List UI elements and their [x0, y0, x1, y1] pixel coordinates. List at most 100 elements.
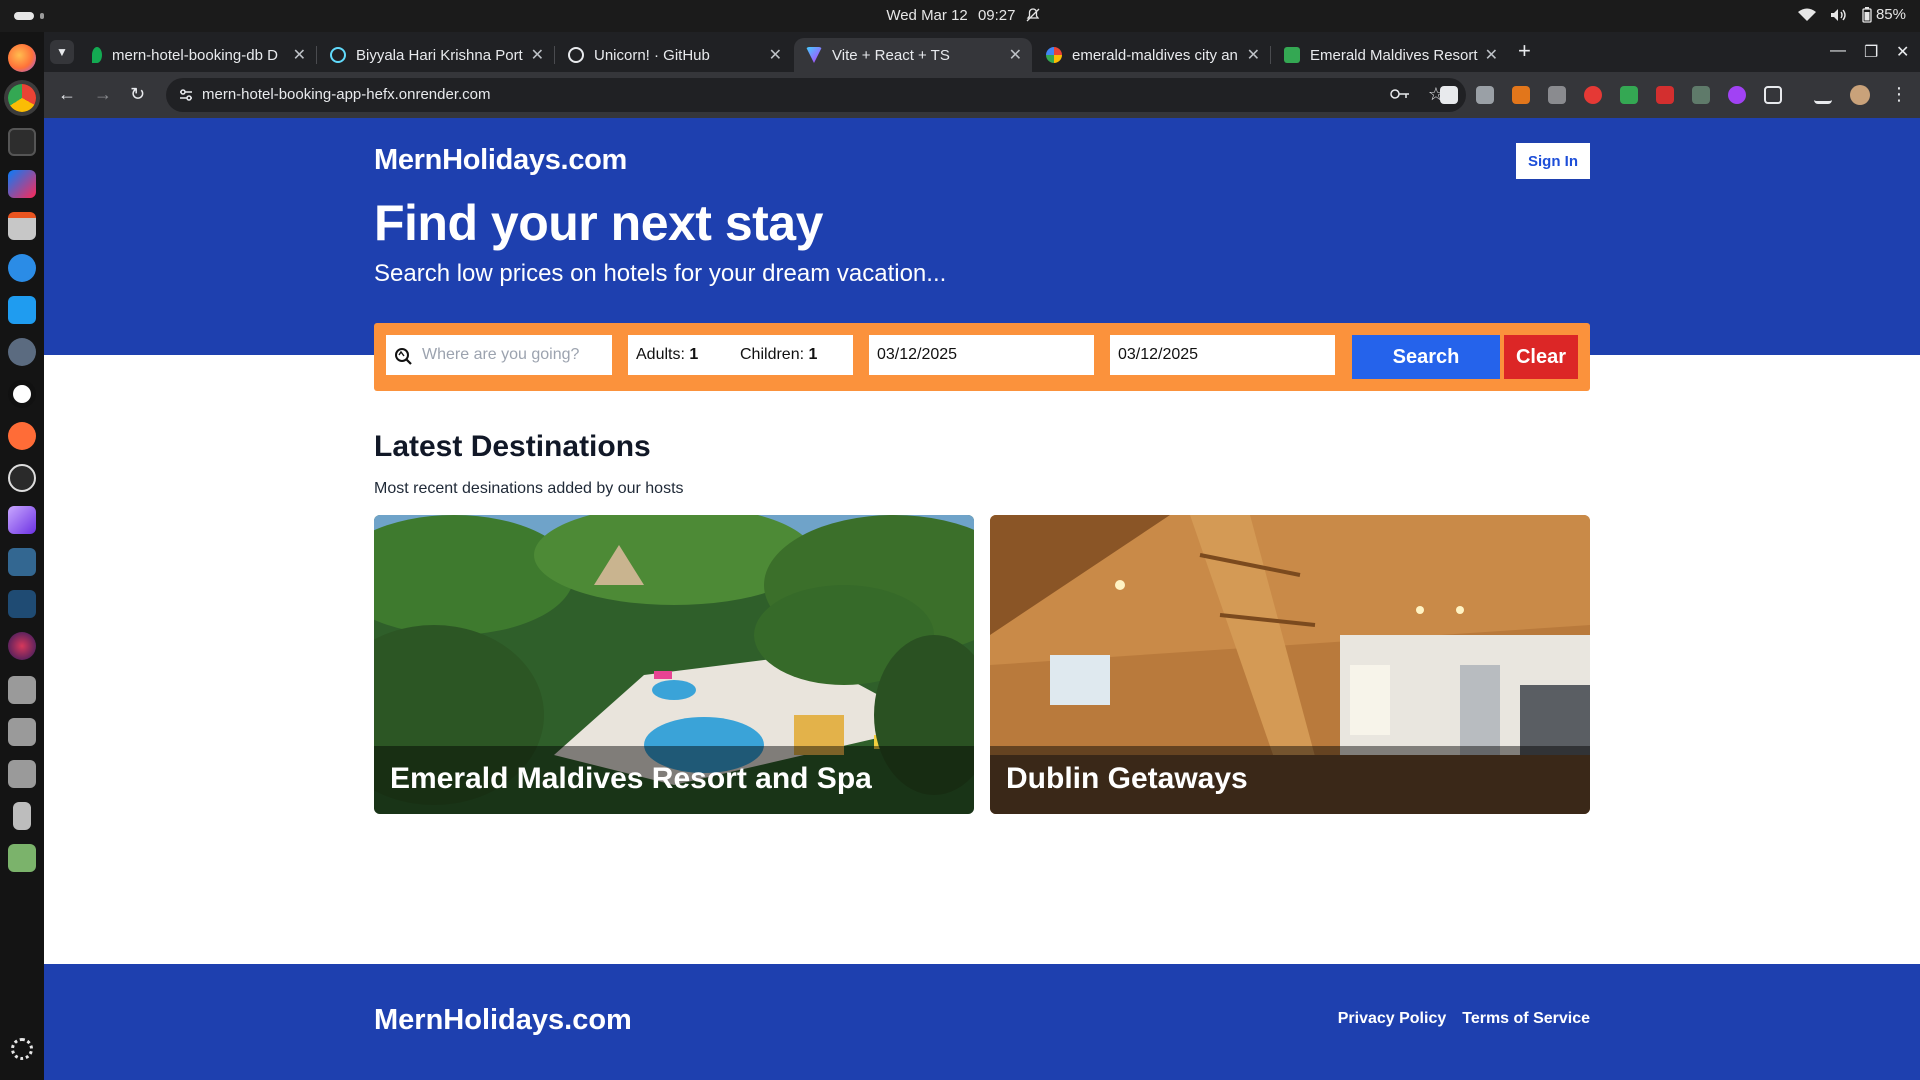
search-button[interactable]: Search [1352, 335, 1500, 379]
destination-input[interactable] [422, 335, 608, 375]
browser-tab[interactable]: mern-hotel-booking-db D ✕ [80, 38, 317, 72]
disk-1-icon[interactable] [8, 676, 36, 704]
adblock-icon[interactable] [1620, 86, 1638, 104]
pdf-extension-icon[interactable] [1692, 86, 1710, 104]
close-window-button[interactable]: ✕ [1896, 42, 1909, 62]
tab-separator [554, 46, 555, 64]
address-bar[interactable]: mern-hotel-booking-app-hefx.onrender.com… [166, 78, 1466, 112]
tab-search-button[interactable]: ▼ [50, 40, 74, 64]
close-tab-icon[interactable]: ✕ [769, 45, 782, 65]
destination-field[interactable] [386, 335, 612, 375]
postman-icon[interactable] [8, 422, 36, 450]
children-field[interactable]: Children: 1 [740, 346, 817, 364]
map-search-icon [394, 347, 414, 370]
extensions-puzzle-icon[interactable] [1764, 86, 1782, 104]
files-icon[interactable] [8, 212, 36, 240]
close-tab-icon[interactable]: ✕ [531, 45, 544, 65]
firefox-icon[interactable] [8, 44, 36, 72]
children-label: Children: [740, 346, 805, 363]
back-button[interactable]: ← [58, 84, 76, 104]
forward-button[interactable]: → [94, 84, 112, 104]
extension-4-icon[interactable] [1548, 86, 1566, 104]
site-footer: MernHolidays.com Privacy Policy Terms of… [44, 964, 1920, 1080]
help-icon[interactable] [8, 254, 36, 282]
tab-separator [316, 46, 317, 64]
extension-5-icon[interactable] [1584, 86, 1602, 104]
vpn-icon[interactable] [8, 338, 36, 366]
browser-tab[interactable]: Unicorn! · GitHub ✕ [556, 38, 792, 72]
destination-card[interactable]: Emerald Maldives Resort and Spa [374, 515, 974, 814]
postgres-icon[interactable] [8, 548, 36, 576]
disk-3-icon[interactable] [8, 760, 36, 788]
mongodb-compass-icon[interactable] [8, 380, 36, 408]
system-top-bar: Wed Mar 12 09:27 85% [0, 0, 1920, 32]
mongodb-leaf-icon [92, 47, 102, 63]
browser-tab[interactable]: Emerald Maldives Resort ✕ [1272, 38, 1508, 72]
reload-button[interactable]: ↻ [130, 84, 145, 104]
obsidian-icon[interactable] [8, 506, 36, 534]
guests-field: Adults: 1 Children: 1 [628, 335, 853, 375]
extension-9-icon[interactable] [1728, 86, 1746, 104]
show-apps-icon[interactable] [11, 1038, 33, 1060]
volume-icon [1830, 8, 1848, 22]
site-settings-icon[interactable] [178, 87, 194, 107]
destination-card[interactable]: Dublin Getaways [990, 515, 1590, 814]
card-caption: Dublin Getaways [990, 746, 1590, 814]
browser-tab-strip: ▼ mern-hotel-booking-db D ✕ Biyyala Hari… [44, 32, 1920, 72]
terms-of-service-link[interactable]: Terms of Service [1462, 1010, 1590, 1028]
browser-tab-active[interactable]: Vite + React + TS ✕ [794, 38, 1032, 72]
site-logo[interactable]: MernHolidays.com [374, 144, 627, 177]
usb-drive-icon[interactable] [13, 802, 31, 830]
tab-title: mern-hotel-booking-db D [112, 46, 278, 64]
chrome-menu-icon[interactable]: ⋮ [1890, 84, 1908, 104]
terminal-icon[interactable] [8, 128, 36, 156]
intellij-icon[interactable] [8, 170, 36, 198]
url-text: mern-hotel-booking-app-hefx.onrender.com [202, 86, 491, 103]
system-tray[interactable]: 85% [1797, 6, 1906, 23]
close-tab-icon[interactable]: ✕ [1485, 45, 1498, 65]
footer-links: Privacy Policy Terms of Service [1338, 1010, 1590, 1028]
extension-7-icon[interactable] [1656, 86, 1674, 104]
chrome-icon[interactable] [8, 84, 36, 112]
children-count: 1 [808, 346, 818, 363]
battery-icon [1862, 6, 1872, 23]
profile-avatar[interactable] [1850, 85, 1870, 105]
footer-logo[interactable]: MernHolidays.com [374, 1004, 632, 1037]
privacy-policy-link[interactable]: Privacy Policy [1338, 1010, 1447, 1028]
tab-title: emerald-maldives city an [1072, 46, 1238, 64]
obs-icon[interactable] [8, 464, 36, 492]
minimize-window-button[interactable]: — [1830, 42, 1846, 60]
tor-browser-icon[interactable] [8, 632, 36, 660]
metamask-icon[interactable] [1512, 86, 1530, 104]
clock[interactable]: Wed Mar 12 09:27 [0, 7, 1920, 24]
tab-title: Vite + React + TS [832, 46, 950, 64]
adults-field[interactable]: Adults: 1 [636, 346, 698, 364]
disk-2-icon[interactable] [8, 718, 36, 746]
screenshot-extension-icon[interactable] [1476, 86, 1494, 104]
close-tab-icon[interactable]: ✕ [1247, 45, 1260, 65]
card-caption: Emerald Maldives Resort and Spa [374, 746, 974, 814]
tab-title: Biyyala Hari Krishna Port [356, 46, 523, 64]
react-icon [330, 47, 346, 63]
notifications-off-icon [1026, 7, 1040, 24]
google-icon [1046, 47, 1062, 63]
vite-icon [806, 47, 822, 63]
close-tab-icon[interactable]: ✕ [1009, 45, 1022, 65]
trash-icon[interactable] [8, 844, 36, 872]
vscode-icon[interactable] [8, 296, 36, 324]
close-tab-icon[interactable]: ✕ [293, 45, 306, 65]
check-in-date-input[interactable] [869, 335, 1094, 375]
browser-tab[interactable]: emerald-maldives city an ✕ [1034, 38, 1271, 72]
mysql-workbench-icon[interactable] [8, 590, 36, 618]
restore-window-button[interactable]: ❐ [1864, 42, 1878, 62]
browser-tab[interactable]: Biyyala Hari Krishna Port ✕ [318, 38, 555, 72]
clear-button[interactable]: Clear [1504, 335, 1578, 379]
extension-1-icon[interactable] [1440, 86, 1458, 104]
password-key-icon[interactable] [1390, 87, 1410, 105]
sign-in-button[interactable]: Sign In [1516, 143, 1590, 179]
downloads-icon[interactable] [1814, 86, 1832, 104]
hero-headline: Find your next stay [374, 195, 823, 251]
check-out-date-input[interactable] [1110, 335, 1335, 375]
hero-banner: MernHolidays.com Sign In Find your next … [44, 118, 1920, 355]
new-tab-button[interactable]: + [1518, 40, 1531, 62]
